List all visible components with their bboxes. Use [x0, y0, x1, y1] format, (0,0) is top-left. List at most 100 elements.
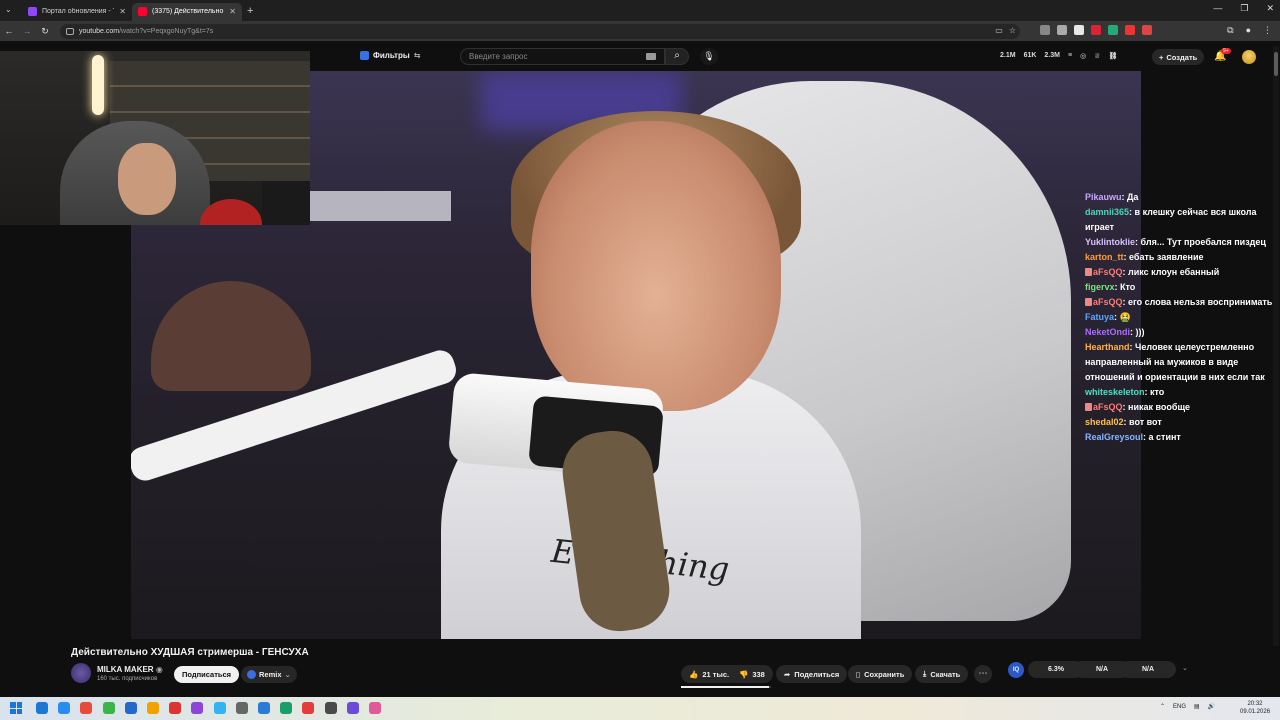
channel-name[interactable]: MILKA MAKER ◉ [97, 665, 163, 674]
chat-message: RealGreysoul: а стинт [1085, 430, 1273, 445]
dislike-count: 338 [752, 669, 765, 679]
browser-extension-icon[interactable] [1040, 25, 1050, 35]
download-button[interactable]: ⤓ Скачать [915, 665, 969, 683]
taskbar-app-icon[interactable] [58, 702, 71, 714]
profile-icon[interactable]: ● [1246, 25, 1251, 36]
network-icon[interactable]: ▤ [1194, 703, 1200, 710]
taskbar-app-icon[interactable] [280, 702, 293, 714]
chat-overlay: Pikauwu: Да damnii365: в клешку сейчас вс… [1085, 190, 1273, 445]
taskbar-app-icon[interactable] [369, 702, 381, 714]
scrollbar-thumb[interactable] [1274, 52, 1278, 76]
chat-message: figervx: Кто [1085, 280, 1273, 295]
share-icon: ➦ [784, 669, 791, 679]
taskbar-app-icon[interactable] [191, 702, 204, 714]
taskbar-app-icon[interactable] [147, 702, 159, 714]
chat-text: бля... Тут проебался пиздец [1140, 237, 1266, 247]
remix-button[interactable]: Remix ⌄ [241, 666, 297, 683]
tray-chevron-icon[interactable]: ⌃ [1160, 703, 1165, 710]
voice-search-button[interactable]: 🎙 [700, 48, 718, 65]
taskbar-app-icon[interactable] [324, 702, 337, 714]
lang-indicator[interactable]: ENG [1173, 704, 1186, 710]
taskbar-app-icon[interactable] [346, 702, 359, 714]
account-avatar[interactable] [1242, 50, 1256, 64]
chat-message: aFsQQ: ликс клоун ебанный [1085, 265, 1273, 280]
tab-title: Портал обновления - Twitch [42, 8, 114, 15]
close-tab-icon[interactable]: ✕ [229, 7, 236, 16]
subscribe-button[interactable]: Подписаться [174, 666, 240, 683]
chat-message: damnii365: в клешку сейчас вся школа игр… [1085, 205, 1273, 235]
site-info-icon[interactable] [66, 28, 74, 35]
iq-extension-logo[interactable]: IQ [1008, 662, 1024, 678]
filters-button[interactable]: Фильтры ⇆ [360, 51, 420, 60]
taskbar-clock[interactable]: 20:32 09.01.2026 [1240, 700, 1270, 716]
taskbar-app-icon[interactable] [124, 702, 137, 714]
share-button[interactable]: ➦ Поделиться [776, 665, 848, 683]
chat-text: никак вообще [1128, 402, 1191, 412]
like-button[interactable]: 👍 21 тыс. [681, 665, 738, 683]
create-button[interactable]: + Создать [1152, 49, 1205, 65]
browser-extension-icon[interactable] [1108, 25, 1118, 35]
volume-icon[interactable]: 🔊 [1208, 703, 1215, 710]
bookmark-star-icon[interactable]: ☆ [1009, 26, 1016, 35]
link-icon[interactable]: ⛓ [1108, 52, 1117, 60]
browser-extension-icon[interactable] [1142, 25, 1152, 35]
taskbar-app-icon[interactable] [36, 702, 48, 714]
taskbar-app-icon[interactable] [102, 702, 115, 714]
filter-settings-icon: ⇆ [413, 51, 421, 60]
trophy-icon[interactable]: ♕ [1094, 52, 1100, 60]
eye-icon[interactable]: ◎ [1080, 52, 1086, 60]
window-controls: — ❐ ✕ [1213, 3, 1274, 14]
close-tab-icon[interactable]: ✕ [119, 7, 126, 16]
notifications-button[interactable]: 🔔 9+ [1214, 48, 1231, 62]
page-scrollbar[interactable] [1273, 46, 1279, 646]
menu-icon[interactable]: ⋮ [1263, 25, 1272, 36]
cast-icon[interactable]: ▭ [995, 26, 1003, 35]
maximize-icon[interactable]: ❐ [1240, 3, 1248, 14]
taskbar-app-icon[interactable] [169, 702, 182, 714]
taskbar-app-icon[interactable] [213, 702, 226, 714]
dislike-button[interactable]: 👎 338 [731, 665, 773, 683]
search-input[interactable]: Введите запрос [460, 48, 665, 65]
browser-extension-icon[interactable] [1057, 25, 1067, 35]
taskbar-app-icon[interactable] [235, 702, 248, 714]
chat-message: Fatuya: 🤮 [1085, 310, 1273, 325]
browser-extension-icon[interactable] [1074, 25, 1084, 35]
queue-icon[interactable]: ≡ [1068, 52, 1072, 60]
streamer-webcam-overlay [0, 51, 310, 225]
reload-icon[interactable]: ↻ [36, 26, 54, 37]
chat-text: ))) [1135, 327, 1145, 337]
stat-0: 2.1M [1000, 52, 1016, 59]
chat-message: karton_tt: ебать заявление [1085, 250, 1273, 265]
like-ratio-fill [681, 686, 770, 688]
tab-search-icon[interactable]: ⌄ [5, 5, 12, 14]
close-window-icon[interactable]: ✕ [1266, 3, 1274, 14]
back-icon[interactable]: ← [0, 26, 18, 36]
search-button[interactable]: ⌕ [665, 48, 689, 65]
extensions-icon[interactable]: ⧉ [1227, 25, 1233, 36]
chat-message: aFsQQ: его слова нельзя воспринимать [1085, 295, 1273, 310]
save-button[interactable]: ▯ Сохранить [848, 665, 913, 683]
tab-twitch[interactable]: Портал обновления - Twitch ✕ [22, 3, 132, 21]
forward-icon[interactable]: → [18, 26, 36, 36]
windows-start-icon[interactable] [10, 702, 22, 714]
taskbar-app-icon[interactable] [258, 702, 270, 714]
more-actions-button[interactable]: ⋯ [974, 665, 992, 683]
chat-text: ликс клоун ебанный [1128, 267, 1220, 277]
address-bar[interactable]: youtube.com/watch?v=PeqxgoNuyTg&t=7s ▭ ☆ [60, 24, 1020, 39]
channel-avatar[interactable] [71, 663, 91, 683]
twitch-favicon-icon [28, 7, 37, 16]
minimize-icon[interactable]: — [1213, 3, 1222, 14]
browser-extension-icon[interactable] [1091, 25, 1101, 35]
keyboard-icon[interactable] [646, 53, 656, 60]
chat-username: Hearthand [1085, 342, 1130, 352]
video-title: Действительно ХУДШАЯ стримерша - ГЕНСУХА [71, 647, 309, 658]
tab-youtube[interactable]: (3375) Действительно ХУ... ✕ [132, 2, 242, 21]
system-tray: ⌃ ENG ▤ 🔊 [1160, 703, 1215, 711]
ext-expand-icon[interactable]: ⌄ [1182, 664, 1188, 672]
browser-extension-icon[interactable] [1125, 25, 1135, 35]
taskbar-app-icon[interactable] [302, 702, 315, 714]
stat-2: 2.3M [1044, 52, 1060, 59]
new-tab-button[interactable]: + [247, 5, 253, 17]
taskbar-app-icon[interactable] [80, 702, 93, 714]
filters-label: Фильтры [373, 51, 410, 60]
